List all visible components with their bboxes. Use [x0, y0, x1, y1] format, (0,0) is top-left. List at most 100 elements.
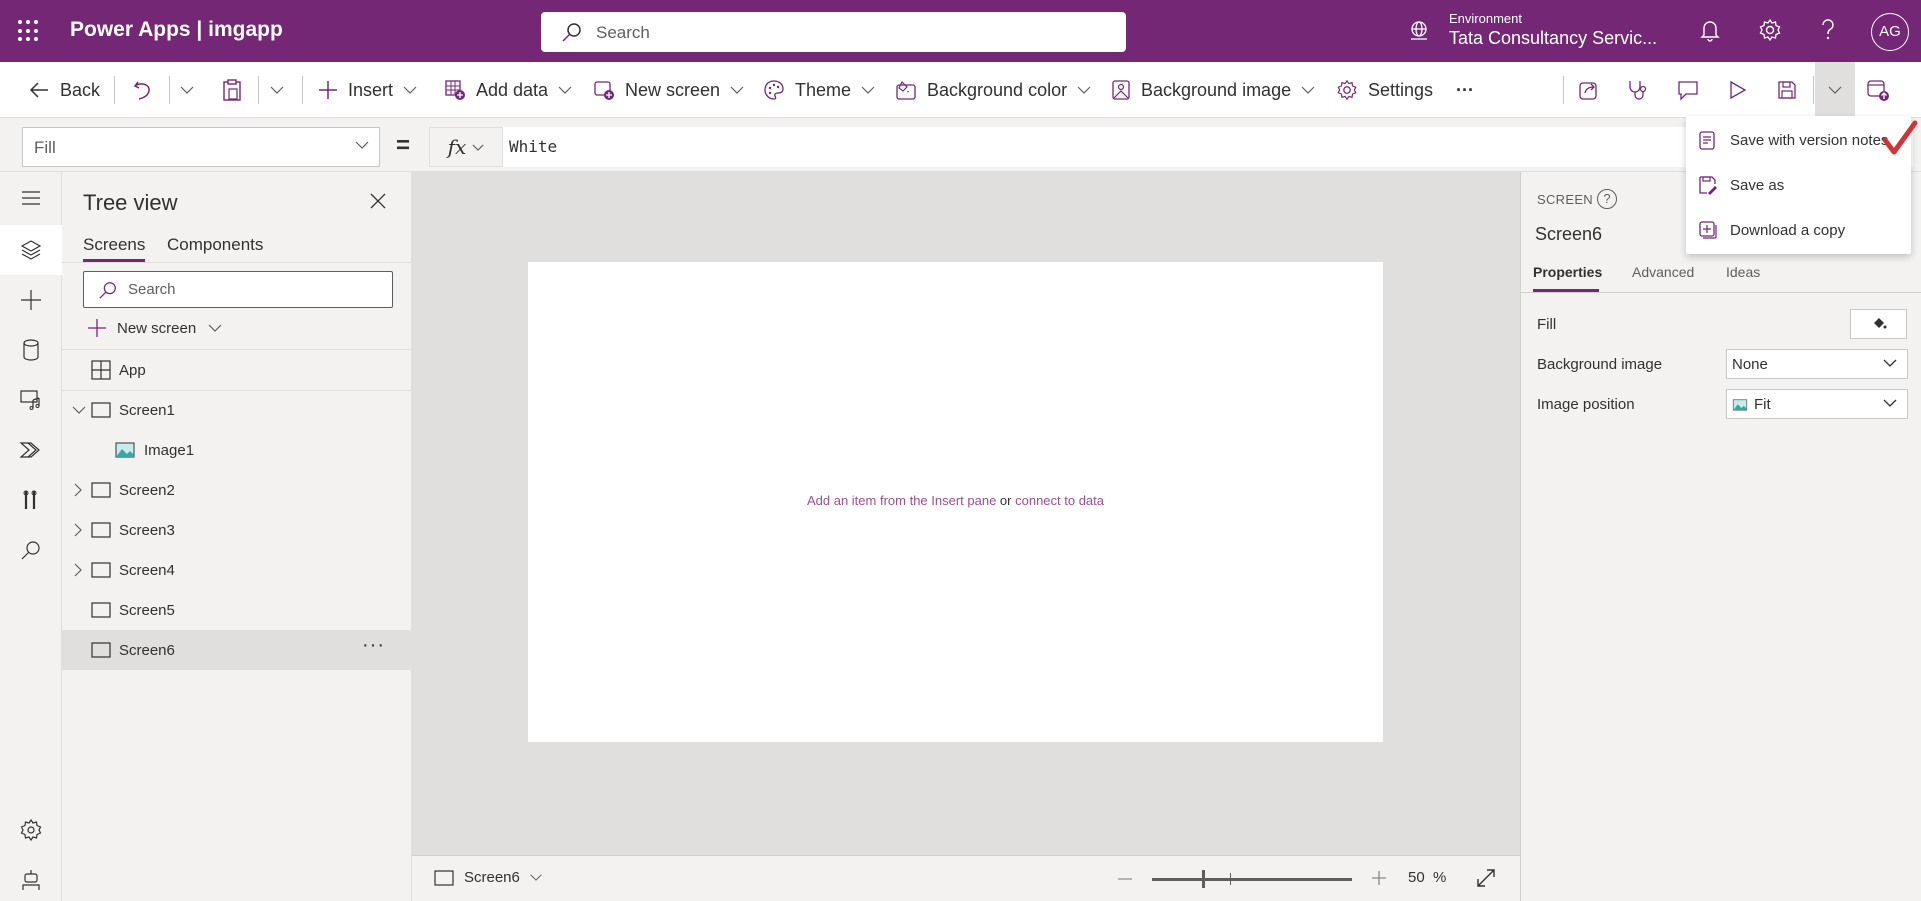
node-label: Screen5	[119, 601, 175, 619]
zoom-in-icon[interactable]	[1372, 871, 1386, 885]
paste-dropdown-button[interactable]	[270, 62, 294, 118]
undo-dropdown-button[interactable]	[180, 62, 204, 118]
plus-icon	[319, 81, 337, 99]
new-screen-button[interactable]: New screen	[593, 62, 754, 118]
zoom-unit: %	[1433, 869, 1447, 886]
notifications-icon[interactable]	[1699, 18, 1721, 42]
hamburger-menu-icon[interactable]	[19, 186, 43, 210]
screen-icon	[91, 642, 111, 658]
undo-button[interactable]	[133, 62, 163, 118]
zoom-slider[interactable]	[1152, 870, 1352, 888]
image-position-value: Fit	[1754, 396, 1771, 413]
new-screen-button[interactable]: New screen	[87, 318, 222, 338]
plus-icon	[88, 319, 106, 337]
global-search-input[interactable]: Search	[541, 12, 1126, 52]
search-icon[interactable]	[19, 538, 43, 562]
media-icon[interactable]	[19, 388, 43, 412]
add-data-table-icon	[445, 80, 465, 100]
paste-button[interactable]	[222, 62, 252, 118]
tree-node-screen-selected[interactable]: Screen6 ···	[62, 630, 412, 670]
settings-button[interactable]: Settings	[1336, 62, 1433, 118]
chevron-right-icon[interactable]	[74, 563, 82, 577]
publish-button[interactable]	[1866, 62, 1900, 118]
more-options-button[interactable]: ···	[362, 634, 385, 657]
divider	[169, 76, 170, 104]
insert-plus-icon[interactable]	[19, 288, 43, 312]
power-automate-icon[interactable]	[19, 438, 43, 462]
image-position-dropdown[interactable]: Fit	[1726, 389, 1908, 419]
environment-name[interactable]: Tata Consultancy Servic...	[1449, 28, 1657, 49]
fit-to-window-icon[interactable]	[1476, 868, 1496, 888]
tree-node-screen[interactable]: Screen4	[62, 550, 412, 590]
tab-properties[interactable]: Properties	[1533, 264, 1602, 280]
menu-item-save-as[interactable]: Save as	[1686, 163, 1911, 207]
insert-pane-link[interactable]: Add an item from the Insert pane	[807, 493, 996, 508]
background-image-button[interactable]: Background image	[1111, 62, 1325, 118]
annotation-checkmark-icon	[1882, 120, 1918, 155]
advanced-tools-icon[interactable]	[19, 488, 43, 512]
app-launcher-icon[interactable]	[18, 20, 40, 42]
share-button[interactable]	[1578, 62, 1610, 118]
back-button[interactable]: Back	[28, 62, 100, 118]
tree-node-screen[interactable]: Screen3	[62, 510, 412, 550]
image-position-label: Image position	[1537, 396, 1635, 413]
tree-node-image[interactable]: Image1	[62, 430, 412, 470]
new-screen-label: New screen	[625, 79, 721, 100]
screen-artboard[interactable]: Add an item from the Insert pane or conn…	[528, 262, 1383, 742]
connect-to-data-link[interactable]: connect to data	[1015, 493, 1104, 508]
tree-node-screen[interactable]: Screen2	[62, 470, 412, 510]
tree-node-screen[interactable]: Screen5	[62, 590, 412, 630]
tab-screens[interactable]: Screens	[83, 235, 145, 255]
screen-icon	[91, 602, 111, 618]
control-name[interactable]: Screen6	[1535, 224, 1602, 245]
chevron-down-icon[interactable]	[72, 406, 86, 414]
close-icon[interactable]	[369, 192, 387, 210]
more-commands-button[interactable]: ···	[1456, 62, 1474, 118]
tree-search-input[interactable]: Search	[83, 271, 393, 308]
theme-button[interactable]: Theme	[763, 62, 885, 118]
screen-selector-dropdown[interactable]: Screen6	[434, 869, 542, 886]
insert-button[interactable]: Insert	[318, 62, 427, 118]
comments-button[interactable]	[1677, 62, 1709, 118]
chevron-right-icon[interactable]	[74, 523, 82, 537]
app-checker-button[interactable]	[1627, 62, 1659, 118]
settings-gear-icon[interactable]	[19, 818, 43, 842]
divider	[114, 76, 115, 104]
tree-node-screen[interactable]: Screen1	[62, 390, 412, 430]
menu-item-save-with-version-notes[interactable]: Save with version notes	[1686, 118, 1911, 162]
user-avatar[interactable]: AG	[1871, 13, 1909, 51]
save-options-dropdown-button[interactable]	[1815, 62, 1855, 118]
menu-item-download-a-copy[interactable]: Download a copy	[1686, 208, 1911, 252]
chevron-down-icon	[861, 86, 875, 94]
add-data-button[interactable]: Add data	[444, 62, 582, 118]
chevron-down-icon	[1883, 399, 1897, 407]
hint-or: or	[996, 493, 1016, 508]
background-image-dropdown[interactable]: None	[1726, 349, 1908, 379]
formula-text: White	[509, 137, 558, 156]
data-cylinder-icon[interactable]	[19, 338, 43, 362]
background-color-button[interactable]: Background color	[895, 62, 1101, 118]
chevron-right-icon[interactable]	[74, 483, 82, 497]
help-icon[interactable]: ?	[1597, 189, 1617, 209]
zoom-out-icon[interactable]	[1118, 877, 1132, 881]
tab-ideas[interactable]: Ideas	[1726, 264, 1760, 280]
fx-function-button[interactable]: fx	[429, 127, 503, 167]
property-dropdown[interactable]: Fill	[22, 127, 380, 167]
chevron-down-icon	[1828, 86, 1842, 94]
virtual-agent-bot-icon[interactable]	[19, 868, 43, 892]
zoom-slider-thumb[interactable]	[1202, 870, 1205, 888]
formula-bar: Fill = fx White	[0, 118, 1921, 172]
save-as-icon	[1699, 176, 1717, 195]
preview-app-button[interactable]	[1728, 62, 1758, 118]
help-icon[interactable]	[1818, 18, 1838, 42]
screen-icon	[434, 869, 454, 886]
add-data-label: Add data	[476, 79, 549, 100]
tab-advanced[interactable]: Advanced	[1632, 264, 1694, 280]
tree-view-layers-icon[interactable]	[19, 238, 43, 262]
fill-color-picker[interactable]	[1850, 309, 1907, 339]
settings-gear-icon[interactable]	[1758, 18, 1782, 42]
play-icon	[1730, 80, 1747, 100]
tab-components[interactable]: Components	[167, 235, 263, 255]
save-button[interactable]	[1777, 62, 1807, 118]
tree-node-app[interactable]: App	[62, 350, 412, 390]
